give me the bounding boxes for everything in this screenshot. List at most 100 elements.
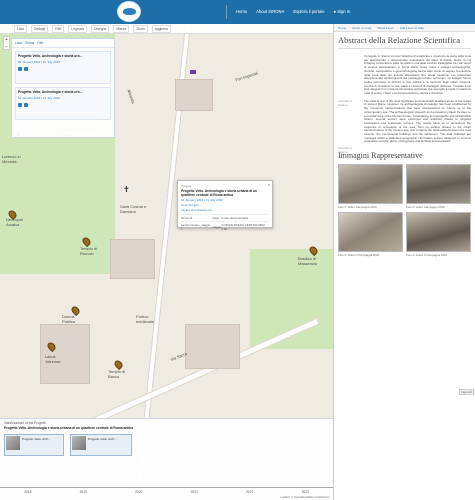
list-item-title: Progetto Velia. Archeologia e storia urb… — [18, 54, 83, 58]
list-item-actions — [18, 67, 108, 71]
axis-year: 2022 — [246, 490, 254, 494]
card-label: Progetto Velia. Arch... — [22, 437, 51, 441]
enlarge-button[interactable]: Ingrandi — [459, 389, 474, 395]
toolbar-button[interactable]: Zoom — [133, 24, 148, 33]
nav-signin-link[interactable]: ● Sign In — [334, 9, 351, 14]
map-label-necropoli: Necropoli Arcaica — [6, 217, 23, 227]
layers-documents-link[interactable]: Layers and Documents — [181, 208, 269, 212]
detail-toolbar: Home Zoom on map Show Layer Add Layer to… — [334, 24, 475, 32]
toolbar-button[interactable]: Lista — [14, 24, 27, 33]
table-cell: paniere/scavo_saggio 1 — [181, 221, 213, 232]
gallery-photo[interactable] — [338, 164, 403, 205]
timeline-card[interactable]: Progetto Velia. Arch... — [4, 434, 64, 456]
abstract-text: Il progetto in ricerca si pone l'obietti… — [364, 54, 471, 96]
gallery-item[interactable]: Foto 2: Velia I Campagna 2019 — [406, 164, 471, 209]
top-navbar: Home About SIRONA Esplora il portale ● S… — [0, 0, 475, 24]
map-toolbar: Lista Dettagli Filtri Legenda Disegna Mi… — [0, 24, 333, 34]
table-cell: saggio — [212, 221, 222, 232]
gallery-photo[interactable] — [406, 164, 471, 205]
abstract-text: The Velia is one of the most significant… — [364, 98, 471, 144]
zoom-icon[interactable] — [18, 103, 22, 107]
zoom-on-map-link[interactable]: Zoom on map — [352, 26, 371, 30]
card-thumbnail — [6, 436, 20, 450]
abstract-heading: Abstract della Relazione Scientifica — [338, 35, 461, 45]
abstract-italian: Abstract in italiano Il progetto in rice… — [334, 49, 475, 107]
detail-panel: Home Zoom on map Show Layer Add Layer to… — [333, 24, 475, 500]
add-layer-link[interactable]: Add Layer to Map — [400, 26, 424, 30]
popup-title: Progetto Velia. Archeologia e storia urb… — [181, 189, 258, 197]
gallery-caption: Foto 4: Scavo II Campagna 2020 — [406, 253, 448, 258]
axis-year: 2021 — [190, 490, 198, 494]
map-label-santi: Santi Cosma e Damiano — [120, 204, 147, 214]
list-item-date: 01 January 2019 | 31 July 2020 — [18, 60, 60, 64]
gallery-item[interactable]: Foto 4: Scavo II Campagna 2020 — [406, 212, 471, 257]
home-link[interactable]: Home — [338, 26, 346, 30]
building — [110, 239, 155, 279]
list-item[interactable]: Progetto Velia. Archeologia e storia urb… — [15, 87, 111, 120]
table-header: Nome id — [181, 214, 213, 222]
table-header: Fonte documentaria — [221, 214, 269, 222]
list-item-date: 01 January 2019 | 31 July 2020 — [18, 96, 60, 100]
axis-year: 2020 — [135, 490, 143, 494]
list-tabs: Lista Ordina Filtri — [12, 39, 114, 48]
image-gallery: Foto 1: Velia I Campagna 2019 Foto 2: Ve… — [334, 160, 475, 261]
abstract-lang-label: Abstract in inglese — [338, 145, 353, 154]
list-item-title: Progetto Velia. Archeologia e storia urb… — [18, 90, 83, 94]
gallery-caption: Foto 1: Velia I Campagna 2019 — [338, 205, 377, 210]
popup-kind: Progetti — [181, 184, 192, 188]
list-item[interactable]: Progetto Velia. Archeologia e storia urb… — [15, 51, 111, 84]
map-label-tempio: Tempio di Romolo — [80, 246, 98, 256]
nav-home-link[interactable]: Home — [236, 9, 247, 14]
building — [185, 324, 240, 369]
gallery-photo[interactable] — [406, 212, 471, 253]
show-layer-link[interactable]: Show Layer — [377, 26, 393, 30]
toolbar-button[interactable]: Dettagli — [30, 24, 49, 33]
table-cell: CODICE PAESO VERTRICABILI 1.00 — [221, 221, 269, 232]
card-label: Progetto Velia. Arch... — [88, 437, 117, 441]
toolbar-button[interactable]: Filtri — [52, 24, 65, 33]
map-label-lacus: Lacus Juturnae — [45, 354, 61, 364]
map-label-basilica: Basilica di Massenzio — [298, 256, 318, 266]
tab-list[interactable]: Lista — [15, 41, 22, 45]
toolbar-button[interactable]: Misura — [113, 24, 130, 33]
toolbar-button[interactable]: Legenda — [68, 24, 88, 33]
gallery-caption: Foto 2: Velia I Campagna 2019 — [406, 205, 445, 210]
nav-explore-link[interactable]: Esplora il portale — [293, 9, 324, 14]
info-icon[interactable] — [24, 103, 28, 107]
toolbar-button[interactable]: Aggiorna — [151, 24, 171, 33]
map-attribution[interactable]: Leaflet | © OpenStreetMap contributors — [278, 495, 331, 499]
nav-about-link[interactable]: About SIRONA — [256, 9, 284, 14]
map-label-fori: Fori Imperiali — [234, 70, 259, 83]
zoom-in-button[interactable]: + — [4, 37, 9, 44]
sirona-logo-icon[interactable] — [117, 1, 141, 22]
gallery-photo[interactable] — [338, 212, 403, 253]
timeline-title: Progetto Velia. Archeologia e storia urb… — [4, 426, 134, 430]
axis-year: 2018 — [24, 490, 32, 494]
gallery-item[interactable]: Foto 3: Scavo II Campagna 2020 — [338, 212, 403, 257]
project-list-panel: Lista Ordina Filtri Progetto Velia. Arch… — [11, 38, 115, 138]
tab-filters[interactable]: Filtri — [37, 41, 43, 45]
table-header: Fase — [212, 214, 222, 222]
open-project-link[interactable]: Open Project — [181, 203, 269, 207]
axis-year: 2023 — [301, 490, 309, 494]
popup-table: Nome id Fase Fonte documentaria paniere/… — [181, 214, 269, 232]
signin-label: Sign In — [337, 9, 351, 14]
tab-sort[interactable]: Ordina — [25, 41, 35, 45]
zoom-control: + − — [3, 36, 10, 50]
zoom-out-button[interactable]: − — [4, 44, 9, 51]
church-icon: ✝ — [123, 185, 130, 194]
flag-icon — [190, 70, 196, 74]
building — [175, 79, 213, 111]
nav-links: Home About SIRONA Esplora il portale ● S… — [236, 9, 350, 14]
toolbar-button[interactable]: Disegna — [91, 24, 110, 33]
gallery-item[interactable]: Foto 1: Velia I Campagna 2019 — [338, 164, 403, 209]
map-label-miranda: Miranda — [126, 88, 137, 105]
map-label-lorenzo: Lorenzo in Miranda — [2, 154, 21, 164]
close-icon[interactable]: × — [268, 182, 270, 187]
timeline-card[interactable]: Progetto Velia. Arch... — [70, 434, 132, 456]
info-icon[interactable] — [24, 67, 28, 71]
abstract-english: Abstract in inglese The Velia is one of … — [334, 96, 475, 154]
timeline-panel: Valorizzazioni of the Progetti Progetto … — [0, 418, 333, 500]
map-label-portico: Portico medievale — [136, 314, 155, 324]
zoom-icon[interactable] — [18, 67, 22, 71]
